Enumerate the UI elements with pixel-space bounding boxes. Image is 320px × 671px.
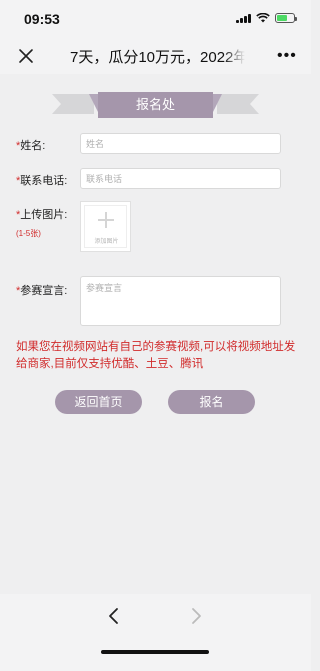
- plus-icon: [98, 212, 114, 228]
- more-icon[interactable]: •••: [277, 48, 296, 64]
- banner-ribbon-left: [52, 94, 94, 114]
- phone-label: *联系电话:: [16, 175, 68, 187]
- home-indicator: [101, 650, 209, 654]
- video-notice: 如果您在视频网站有自己的参赛视频,可以将视频地址发给商家,目前仅支持优酷、土豆、…: [16, 341, 296, 370]
- add-image-label: 添加图片: [94, 239, 119, 245]
- close-icon[interactable]: [16, 46, 36, 66]
- upload-hint: (1-5张): [16, 229, 41, 238]
- banner-ribbon-right: [217, 94, 259, 114]
- page-title: 7天，瓜分10万元，2022年: [70, 49, 245, 66]
- chevron-right-icon[interactable]: [186, 606, 206, 626]
- signal-icon: [236, 13, 251, 23]
- upload-label: *上传图片:: [16, 209, 68, 221]
- status-icons: [236, 13, 297, 23]
- nav-bar: 7天，瓜分10万元，2022年 •••: [0, 38, 311, 74]
- status-time: 09:53: [24, 11, 60, 27]
- submit-button[interactable]: 报名: [168, 390, 255, 414]
- browser-toolbar: [0, 594, 311, 671]
- banner-title: 报名处: [98, 92, 213, 118]
- declaration-label: *参赛宣言:: [16, 285, 68, 297]
- chevron-left-icon[interactable]: [104, 606, 124, 626]
- name-input[interactable]: [80, 133, 281, 154]
- status-bar: 09:53: [0, 0, 311, 38]
- battery-icon: [275, 13, 297, 23]
- phone-input[interactable]: [80, 168, 281, 189]
- section-banner: 报名处: [0, 92, 311, 118]
- add-image-button[interactable]: 添加图片: [80, 201, 131, 252]
- name-label: *姓名:: [16, 140, 46, 152]
- back-home-button[interactable]: 返回首页: [55, 390, 142, 414]
- wifi-icon: [256, 13, 270, 23]
- declaration-textarea[interactable]: [80, 276, 281, 326]
